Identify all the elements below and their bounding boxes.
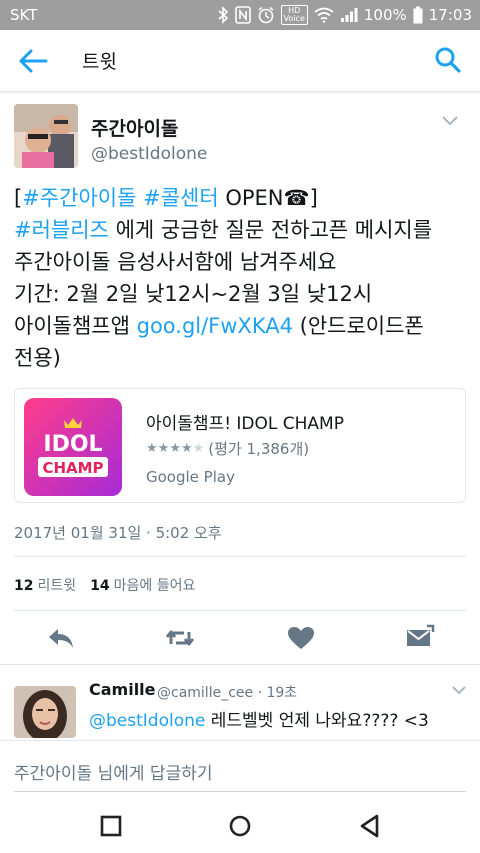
reply-text: @bestIdolone 레드벨벳 언제 나와요???? <3 [89,706,429,731]
tweet-line: 주간아이돌 음성사서함에 남겨주세요 [14,246,470,278]
tweet-text-segment: 에게 궁금한 질문 전하고픈 메시지를 [108,218,433,242]
tweet-text-segment: 전용) [14,346,61,370]
recent-apps-icon[interactable] [98,813,124,839]
logo-text-champ: CHAMP [42,459,103,477]
rating-stars: ★ ★ ★ ★ ★ [146,441,204,456]
battery-percent: 100% [363,6,407,24]
author-handle[interactable]: @bestIdolone [91,144,207,164]
tweet-text: [#주간아이돌 #콜센터 OPEN☎] #러블리즈 에게 궁금한 질문 전하고픈 … [14,182,470,374]
star-icon: ★ [180,441,193,456]
search-icon[interactable] [434,46,462,74]
logo-text-idol: IDOL [43,432,102,457]
divider [14,556,466,557]
hashtag-link[interactable]: #콜센터 [143,186,219,210]
tweet-line: 아이돌챔프앱 goo.gl/FwXKA4 (안드로이드폰 [14,310,470,342]
tweet-line: #러블리즈 에게 궁금한 질문 전하고픈 메시지를 [14,214,470,246]
author-name[interactable]: 주간아이돌 [91,114,178,141]
nfc-icon [234,6,251,24]
card-rating: ★ ★ ★ ★ ★ (평가 1,386개) [146,438,309,459]
hashtag-link[interactable]: #러블리즈 [14,218,109,242]
chevron-down-icon[interactable] [442,116,458,126]
reply-meta: @camille_cee · 19초 [157,685,298,701]
hashtag-link[interactable]: #주간아이돌 [22,186,136,210]
battery-icon [413,6,423,24]
alarm-icon [258,6,274,24]
app-bar: 트윗 [0,30,480,92]
tweet-actions [0,620,480,656]
signal-icon [340,8,358,22]
clock: 17:03 [428,6,472,24]
app-logo: IDOL CHAMP [24,398,122,496]
tweet-stats: 12 리트윗 14 마음에 들어요 [14,575,195,595]
back-icon[interactable] [357,813,383,839]
hd-voice-icon: HD Voice [280,5,308,25]
carrier-label: SKT [10,6,38,24]
status-icons: HD Voice 100% 17:03 [217,4,472,26]
input-underline [14,791,466,792]
url-link[interactable]: goo.gl/FwXKA4 [137,314,293,338]
star-icon: ★ [192,441,205,456]
like-label: 마음에 들어요 [113,578,196,594]
home-icon[interactable] [227,813,253,839]
navigation-bar [0,797,480,853]
tweet-text-segment: OPEN☎] [218,186,318,210]
avatar[interactable] [14,104,78,168]
reply-mention[interactable]: @bestIdolone [89,711,205,731]
tweet-timestamp: 2017년 01월 31일 · 5:02 오후 [14,524,222,542]
reply-author-name[interactable]: Camille [89,680,156,699]
retweet-icon[interactable] [165,624,195,652]
reply-input[interactable]: 주간아이돌 님에게 답글하기 [14,759,213,784]
tweet-text-segment: [ [14,186,23,210]
reply-composer: 주간아이돌 님에게 답글하기 [0,740,480,796]
reply-icon[interactable] [46,624,76,652]
retweet-count: 12 [14,578,34,594]
rating-count: (평가 1,386개) [208,440,310,458]
tweet-text-segment: 주간아이돌 음성사서함에 남겨주세요 [14,250,337,274]
status-bar: SKT HD Voice 100% 17:03 [0,0,480,30]
tweet-line: 기간: 2월 2일 낮12시~2월 3일 낮12시 [14,278,470,310]
chevron-down-icon[interactable] [452,686,466,695]
bluetooth-icon [218,6,228,24]
tweet-text-segment: (안드로이드폰 [292,314,424,338]
star-icon: ★ [146,441,158,456]
app-card[interactable]: IDOL CHAMP 아이돌챔프! IDOL CHAMP ★ ★ ★ ★ ★ (평가 1… [14,388,466,503]
tweet-text-segment: 아이돌챔프앱 [14,314,137,338]
tweet-line: [#주간아이돌 #콜센터 OPEN☎] [14,182,470,214]
message-icon[interactable] [405,624,435,652]
heart-icon[interactable] [286,624,316,652]
divider [14,610,466,611]
voice-label: Voice [283,14,305,23]
tweet-line: 전용) [14,342,470,374]
page-title: 트윗 [82,51,117,73]
tweet-text-segment: 기간: 2월 2일 낮12시~2월 3일 낮12시 [14,282,373,306]
back-arrow-icon[interactable] [18,48,48,74]
like-stat[interactable]: 14 마음에 들어요 [90,575,195,595]
reply-divider [0,664,480,665]
like-count: 14 [90,578,110,594]
reply-tweet[interactable]: Camille @camille_cee · 19초 @bestIdolone … [0,676,480,740]
tweet-header: 주간아이돌 @bestIdolone [0,104,480,174]
retweet-label: 리트윗 [37,578,77,594]
author-avatar-image [14,104,78,168]
reply-avatar-image [14,686,76,738]
wifi-icon [314,7,334,23]
reply-body: 레드벨벳 언제 나와요???? <3 [205,711,429,731]
star-icon: ★ [157,441,170,456]
retweet-stat[interactable]: 12 리트윗 [14,575,76,595]
avatar[interactable] [14,686,76,738]
star-icon: ★ [169,441,181,456]
card-source: Google Play [146,468,235,486]
card-title: 아이돌챔프! IDOL CHAMP [146,414,344,434]
